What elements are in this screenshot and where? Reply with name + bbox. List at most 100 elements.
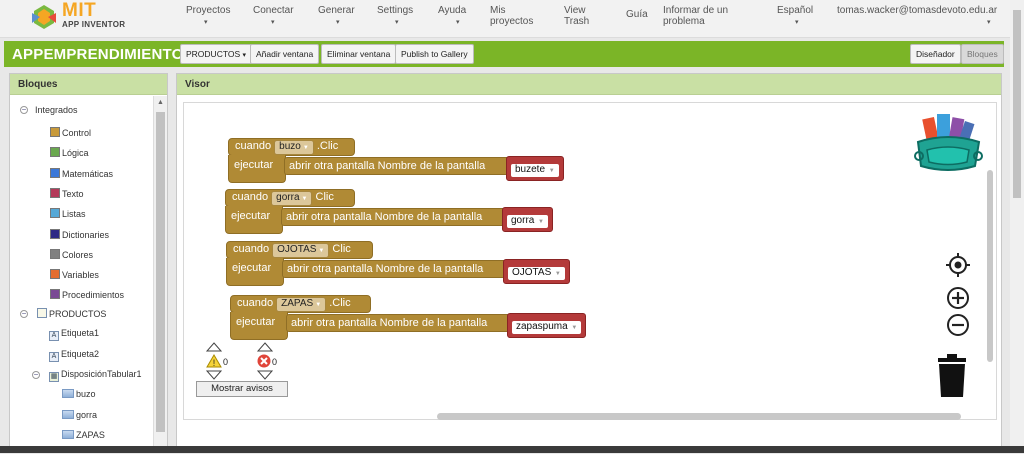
tree-button-buzo[interactable]: buzo	[62, 389, 96, 399]
tree-item-label: Dictionaries	[62, 229, 110, 240]
screen-dropdown-label: PRODUCTOS	[186, 49, 241, 59]
chevron-down-icon: ▼	[553, 271, 561, 277]
add-screen-button[interactable]: Añadir ventana	[250, 44, 320, 64]
publish-gallery-button[interactable]: Publish to Gallery	[395, 44, 474, 64]
tree-button-gorra[interactable]: gorra	[62, 409, 97, 420]
app-inventor-logo[interactable]: MIT APP INVENTOR	[28, 0, 138, 36]
recenter-icon[interactable]	[946, 253, 970, 277]
scroll-up-icon[interactable]: ▲	[157, 99, 164, 106]
tree-builtin[interactable]: Integrados	[35, 105, 78, 115]
tree-item-listas[interactable]: Listas	[50, 208, 86, 219]
page-scrollbar[interactable]	[1010, 0, 1024, 453]
tree-item-lógica[interactable]: Lógica	[50, 147, 89, 158]
screen-name-dropdown[interactable]: OJOTAS ▼	[507, 266, 566, 281]
show-warnings-button[interactable]: Mostrar avisos	[196, 381, 288, 397]
screen-name-dropdown[interactable]: buzete ▼	[510, 163, 560, 178]
screen-dropdown[interactable]: PRODUCTOS ▾	[180, 44, 253, 64]
open-another-screen-block[interactable]: abrir otra pantalla Nombre de la pantall…	[286, 314, 511, 332]
collapse-builtin-icon[interactable]: −	[20, 106, 28, 114]
warning-count: 0	[223, 357, 229, 367]
label-component-icon: A	[49, 331, 59, 341]
component-dropdown[interactable]: OJOTAS ▼	[272, 243, 330, 258]
workspace-hscroll[interactable]	[437, 413, 961, 420]
logo-bee-icon	[32, 5, 56, 29]
component-dropdown[interactable]: gorra ▼	[271, 191, 313, 206]
tree-component-etiqueta2[interactable]: A Etiqueta2	[49, 349, 99, 362]
nav-generar[interactable]: Generar ▾	[318, 5, 355, 26]
nav-label: problema	[663, 16, 705, 27]
screen-name-value: buzete	[515, 164, 546, 175]
tree-screen[interactable]: PRODUCTOS	[37, 308, 106, 319]
tree-item-label: Variables	[62, 270, 99, 281]
open-another-screen-block[interactable]: abrir otra pantalla Nombre de la pantall…	[281, 208, 506, 226]
screen-name-block[interactable]: buzete ▼	[506, 156, 564, 181]
zoom-in-icon[interactable]	[946, 286, 970, 310]
nav-view-trash[interactable]: View Trash	[564, 5, 589, 27]
open-another-screen-block[interactable]: abrir otra pantalla Nombre de la pantall…	[282, 260, 507, 278]
zoom-out-icon[interactable]	[946, 313, 970, 337]
nav-gu-a[interactable]: Guía	[626, 9, 648, 20]
chevron-down-icon: ▾	[271, 19, 275, 26]
nav-label: Español	[777, 5, 814, 16]
tree-button-zapas[interactable]: ZAPAS	[62, 430, 105, 440]
screen-name-dropdown[interactable]: gorra ▼	[506, 214, 549, 229]
screen-name-dropdown[interactable]: zapaspuma ▼	[511, 320, 583, 335]
tree-item-matemáticas[interactable]: Matemáticas	[50, 167, 113, 179]
tree-item-label: Listas	[62, 209, 86, 220]
nav-informar-de-un-problema[interactable]: Informar de un problema	[663, 5, 728, 27]
backpack-icon[interactable]	[913, 112, 983, 174]
tree-item-procedimientos[interactable]: Procedimientos	[50, 289, 124, 300]
designer-button[interactable]: Diseñador	[910, 44, 961, 64]
event-block-title: cuando buzo ▼ .Clic	[235, 140, 338, 155]
warning-next-icon[interactable]	[206, 370, 222, 380]
nav-ayuda[interactable]: Ayuda ▾	[438, 5, 466, 26]
blocks-button[interactable]: Bloques	[961, 44, 1004, 64]
trash-icon[interactable]	[936, 354, 968, 398]
collapse-table-icon[interactable]: −	[32, 371, 40, 379]
nav-conectar[interactable]: Conectar ▾	[253, 5, 294, 26]
tree-component-label: DisposiciónTabular1	[61, 369, 142, 379]
screen-name-block[interactable]: OJOTAS ▼	[503, 259, 570, 284]
remove-screen-button[interactable]: Eliminar ventana	[321, 44, 397, 64]
nav-label: Guía	[626, 9, 648, 20]
chevron-down-icon: ▼	[536, 219, 544, 225]
tree-item-texto[interactable]: Texto	[50, 187, 84, 199]
component-dropdown[interactable]: buzo ▼	[274, 140, 314, 155]
nav-label: Mis	[490, 5, 506, 16]
nav-label: Conectar	[253, 5, 294, 16]
call-label: abrir otra pantalla	[291, 317, 380, 329]
open-another-screen-block[interactable]: abrir otra pantalla Nombre de la pantall…	[284, 157, 510, 175]
error-next-icon[interactable]	[257, 370, 273, 380]
event-block-title: cuando gorra ▼ Clic	[232, 191, 334, 206]
tree-item-dictionaries[interactable]: Dictionaries	[50, 228, 110, 240]
component-dropdown[interactable]: ZAPAS ▼	[276, 297, 327, 312]
nav-label: tomas.wacker@tomasdevoto.edu.ar	[837, 5, 998, 16]
screen-name-block[interactable]: zapaspuma ▼	[507, 313, 587, 338]
chevron-down-icon: ▼	[315, 302, 322, 308]
nav-espa-ol[interactable]: Español ▾	[777, 5, 814, 26]
button-component-icon	[62, 409, 74, 419]
tree-component-etiqueta1[interactable]: A Etiqueta1	[49, 328, 99, 341]
tree-item-colores[interactable]: Colores	[50, 248, 93, 260]
nav-settings[interactable]: Settings ▾	[377, 5, 413, 26]
nav-proyectos[interactable]: Proyectos ▾	[186, 5, 231, 26]
palette-scrollbar[interactable]: ▲	[153, 96, 167, 453]
nav-tomas-wacker-tomasdevoto-edu-ar[interactable]: tomas.wacker@tomasdevoto.edu.ar ▾	[837, 5, 998, 26]
nav-mis-proyectos[interactable]: Mis proyectos	[490, 5, 533, 27]
tree-item-variables[interactable]: Variables	[50, 269, 99, 280]
component-name: buzo	[279, 141, 301, 152]
tree-item-control[interactable]: Control	[50, 127, 91, 138]
page-scroll-thumb[interactable]	[1013, 10, 1021, 198]
category-color-swatch	[50, 208, 60, 219]
palette-scroll-thumb[interactable]	[156, 112, 165, 432]
nav-label: Proyectos	[186, 5, 231, 16]
screen-name-block[interactable]: gorra ▼	[502, 207, 553, 232]
warning-prev-icon[interactable]	[206, 342, 222, 352]
category-color-swatch	[50, 187, 60, 198]
error-prev-icon[interactable]	[257, 342, 273, 352]
tree-component-disposicióntabular1[interactable]: ▦ DisposiciónTabular1	[49, 369, 142, 382]
workspace-vscroll[interactable]	[987, 170, 993, 362]
error-count: 0	[272, 357, 278, 367]
collapse-screen-icon[interactable]: −	[20, 310, 28, 318]
error-icon	[257, 354, 271, 368]
